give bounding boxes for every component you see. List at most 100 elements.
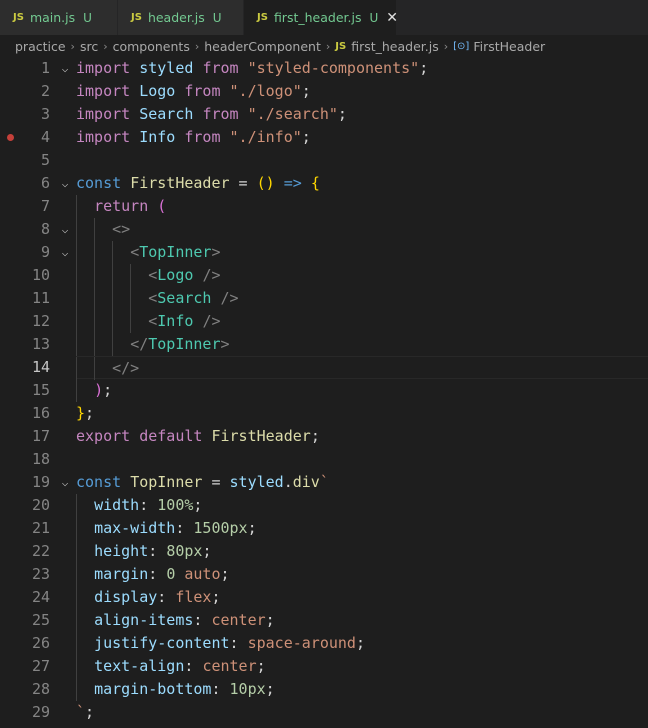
code-token: default xyxy=(139,427,203,445)
code-token: ; xyxy=(85,703,95,721)
line-number: 13 xyxy=(31,335,50,353)
chevron-right-icon: › xyxy=(103,39,108,53)
code-token: ; xyxy=(265,680,275,698)
code-line[interactable]: 24 display: flex; xyxy=(0,586,648,609)
code-line[interactable]: 18 xyxy=(0,448,648,471)
code-editor[interactable]: 1 ⌵ import styled from "styled-components"… xyxy=(0,57,648,728)
fold-chevron-icon[interactable]: ⌵ xyxy=(58,241,72,264)
untracked-badge: U xyxy=(369,10,379,25)
line-number: 22 xyxy=(31,542,50,560)
line-number: 9 xyxy=(40,243,50,261)
code-token: display xyxy=(94,588,158,606)
code-token: < xyxy=(130,243,140,261)
code-line[interactable]: 6 ⌵ const FirstHeader = () => { xyxy=(0,172,648,195)
close-tab-icon[interactable]: ✕ xyxy=(386,10,398,26)
code-line[interactable]: 17 export default FirstHeader; xyxy=(0,425,648,448)
code-line[interactable]: 21 max-width: 1500px; xyxy=(0,517,648,540)
code-token: margin-bottom xyxy=(94,680,212,698)
code-line[interactable]: 14 </> xyxy=(0,356,648,380)
javascript-file-icon: JS xyxy=(131,12,142,23)
code-token: : xyxy=(157,588,176,606)
code-line[interactable]: 26 justify-content: space-around; xyxy=(0,632,648,655)
tab-label: first_header.js xyxy=(273,10,362,25)
code-text: margin: 0 auto; xyxy=(76,563,230,586)
code-line[interactable]: 9 ⌵ <TopInner> xyxy=(0,241,648,264)
javascript-file-icon: JS xyxy=(13,12,24,23)
code-token: < xyxy=(148,266,158,284)
breadcrumb-item-components[interactable]: components xyxy=(113,39,190,54)
line-number: 4 xyxy=(40,128,50,146)
fold-chevron-icon[interactable]: ⌵ xyxy=(58,218,72,241)
code-line[interactable]: 13 </TopInner> xyxy=(0,333,648,356)
code-token: /> xyxy=(220,289,239,307)
code-token: ; xyxy=(220,565,230,583)
code-text: `; xyxy=(76,701,94,724)
code-line[interactable]: 10 <Logo /> xyxy=(0,264,648,287)
code-token: ; xyxy=(310,427,320,445)
code-line[interactable]: 22 height: 80px; xyxy=(0,540,648,563)
code-line[interactable]: 27 text-align: center; xyxy=(0,655,648,678)
tab-first-header-js[interactable]: JS first_header.js U ✕ xyxy=(244,0,398,35)
code-line[interactable]: 23 margin: 0 auto; xyxy=(0,563,648,586)
code-token: import xyxy=(76,59,131,77)
code-token: </ xyxy=(130,335,149,353)
line-number: 17 xyxy=(31,427,50,445)
code-line[interactable]: 12 <Info /> xyxy=(0,310,648,333)
code-line[interactable]: 16}; xyxy=(0,402,648,425)
code-line[interactable]: 8 ⌵ <> xyxy=(0,218,648,241)
code-line[interactable]: 29 `; xyxy=(0,701,648,724)
code-token: center xyxy=(202,657,257,675)
code-area: text-align: center; xyxy=(76,655,648,678)
breadcrumb-item-headercomponent[interactable]: headerComponent xyxy=(204,39,321,54)
code-line[interactable]: 28 margin-bottom: 10px; xyxy=(0,678,648,701)
line-number: 21 xyxy=(31,519,50,537)
code-line[interactable]: 7 return ( xyxy=(0,195,648,218)
breadcrumb-item-src[interactable]: src xyxy=(80,39,98,54)
code-area: </> xyxy=(76,356,648,380)
tab-main-js[interactable]: JS main.js U xyxy=(0,0,118,35)
breadcrumb-item-practice[interactable]: practice xyxy=(15,39,66,54)
code-text: const TopInner = styled.div` xyxy=(76,471,329,494)
code-token: ` xyxy=(76,703,86,721)
fold-chevron-icon[interactable]: ⌵ xyxy=(58,172,72,195)
code-line[interactable]: 20 width: 100%; xyxy=(0,494,648,517)
code-text: <Info /> xyxy=(76,310,220,333)
code-token: Search xyxy=(157,289,212,307)
line-number: 8 xyxy=(40,220,50,238)
code-line[interactable]: 1 ⌵ import styled from "styled-components"… xyxy=(0,57,648,80)
code-line[interactable]: 4 import Info from "./info"; xyxy=(0,126,648,149)
tab-header-js[interactable]: JS header.js U xyxy=(118,0,244,35)
line-number: 5 xyxy=(40,151,50,169)
code-line[interactable]: 3 import Search from "./search"; xyxy=(0,103,648,126)
code-line[interactable]: 2 import Logo from "./logo"; xyxy=(0,80,648,103)
code-area: max-width: 1500px; xyxy=(76,517,648,540)
code-token: import xyxy=(76,82,131,100)
code-line[interactable]: 15 ); xyxy=(0,379,648,402)
breadcrumb-item-symbol[interactable]: FirstHeader xyxy=(473,39,545,54)
code-token: FirstHeader xyxy=(130,174,230,192)
code-line[interactable]: 11 <Search /> xyxy=(0,287,648,310)
fold-chevron-icon[interactable]: ⌵ xyxy=(58,471,72,494)
code-text: margin-bottom: 10px; xyxy=(76,678,275,701)
code-line[interactable]: 25 align-items: center; xyxy=(0,609,648,632)
code-token: Search xyxy=(139,105,194,123)
code-area: align-items: center; xyxy=(76,609,648,632)
breadcrumb-item-file[interactable]: first_header.js xyxy=(351,39,439,54)
fold-chevron-icon[interactable]: ⌵ xyxy=(58,57,72,80)
code-line[interactable]: 19 ⌵ const TopInner = styled.div` xyxy=(0,471,648,494)
code-area: const TopInner = styled.div` xyxy=(76,471,648,494)
code-line[interactable]: 5 xyxy=(0,149,648,172)
code-token: => xyxy=(283,174,302,192)
code-area: export default FirstHeader; xyxy=(76,425,648,448)
code-token: /> xyxy=(202,266,221,284)
javascript-file-icon: JS xyxy=(257,12,268,23)
code-area: }; xyxy=(76,402,648,425)
